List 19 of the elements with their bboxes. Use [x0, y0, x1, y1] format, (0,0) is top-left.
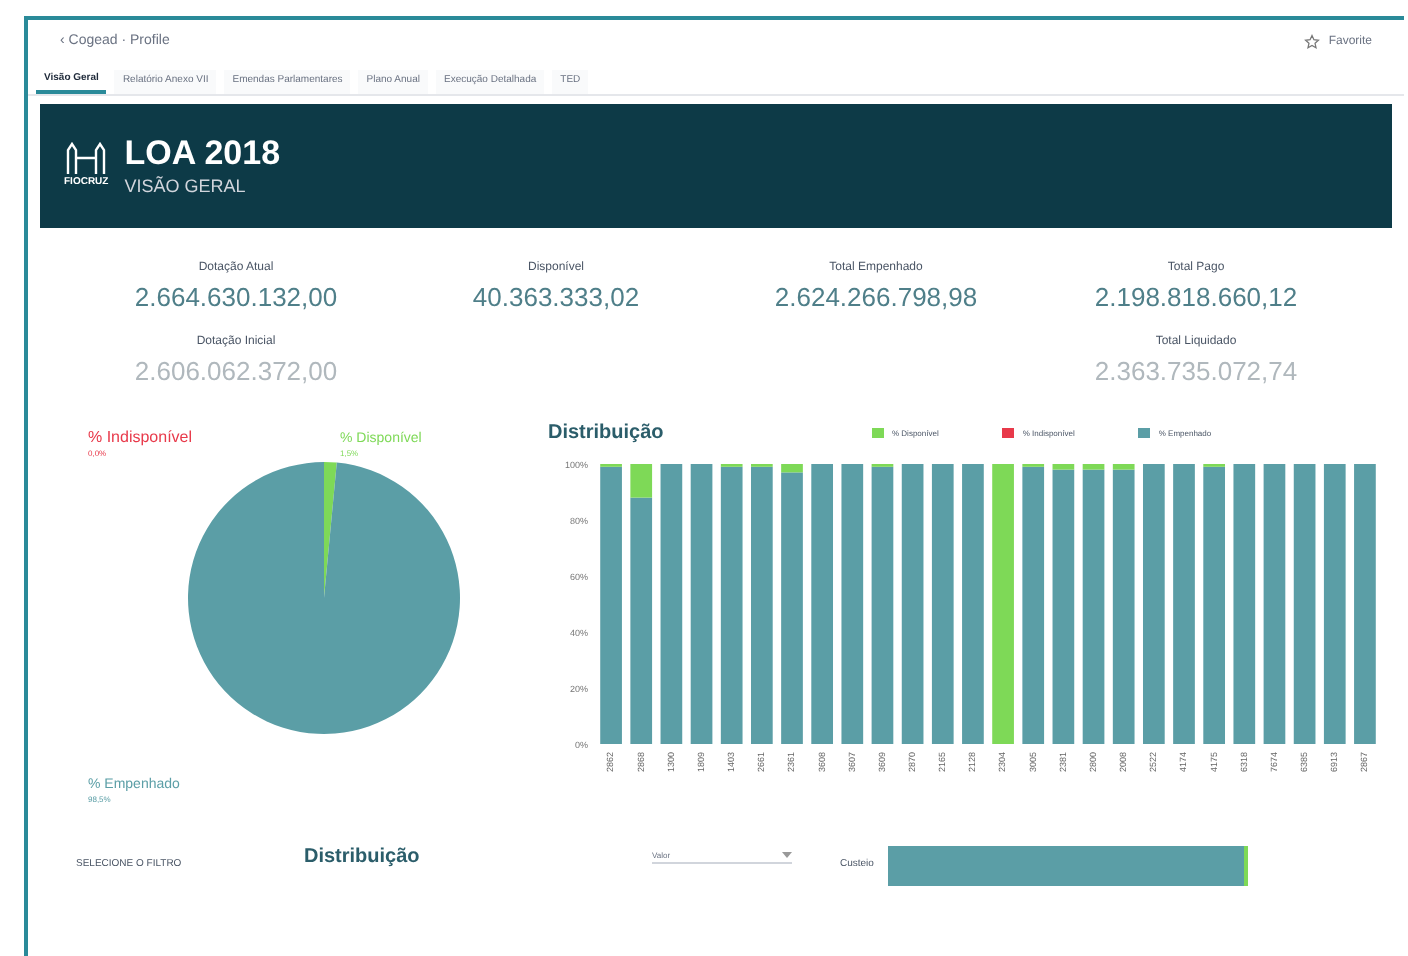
dashboard-subtitle: VISÃO GERAL — [124, 173, 248, 200]
kpi-value: 2.624.266.798,98 — [774, 280, 978, 316]
kpi-value: 2.363.735.072,74 — [1094, 353, 1298, 389]
kpi-value: 40.363.333,02 — [472, 280, 640, 316]
slice-label: % Indisponível — [88, 428, 193, 446]
bar — [1052, 464, 1075, 470]
bar — [1082, 464, 1105, 470]
caret-icon — [782, 851, 792, 859]
section-title: Distribuição — [304, 843, 422, 871]
kpi-value: 2.606.062.372,00 — [134, 353, 338, 389]
bar — [630, 464, 653, 498]
castle-icon — [64, 140, 109, 177]
star-icon[interactable] — [1304, 34, 1321, 50]
bar — [781, 464, 803, 473]
dashboard-title: LOA 2018 — [124, 131, 281, 174]
kpi-value: 2.198.818.660,12 — [1094, 280, 1298, 316]
chart-title: Distribuição — [548, 420, 666, 448]
bar — [1112, 464, 1135, 470]
kpi-value: 2.664.630.132,00 — [134, 280, 338, 316]
